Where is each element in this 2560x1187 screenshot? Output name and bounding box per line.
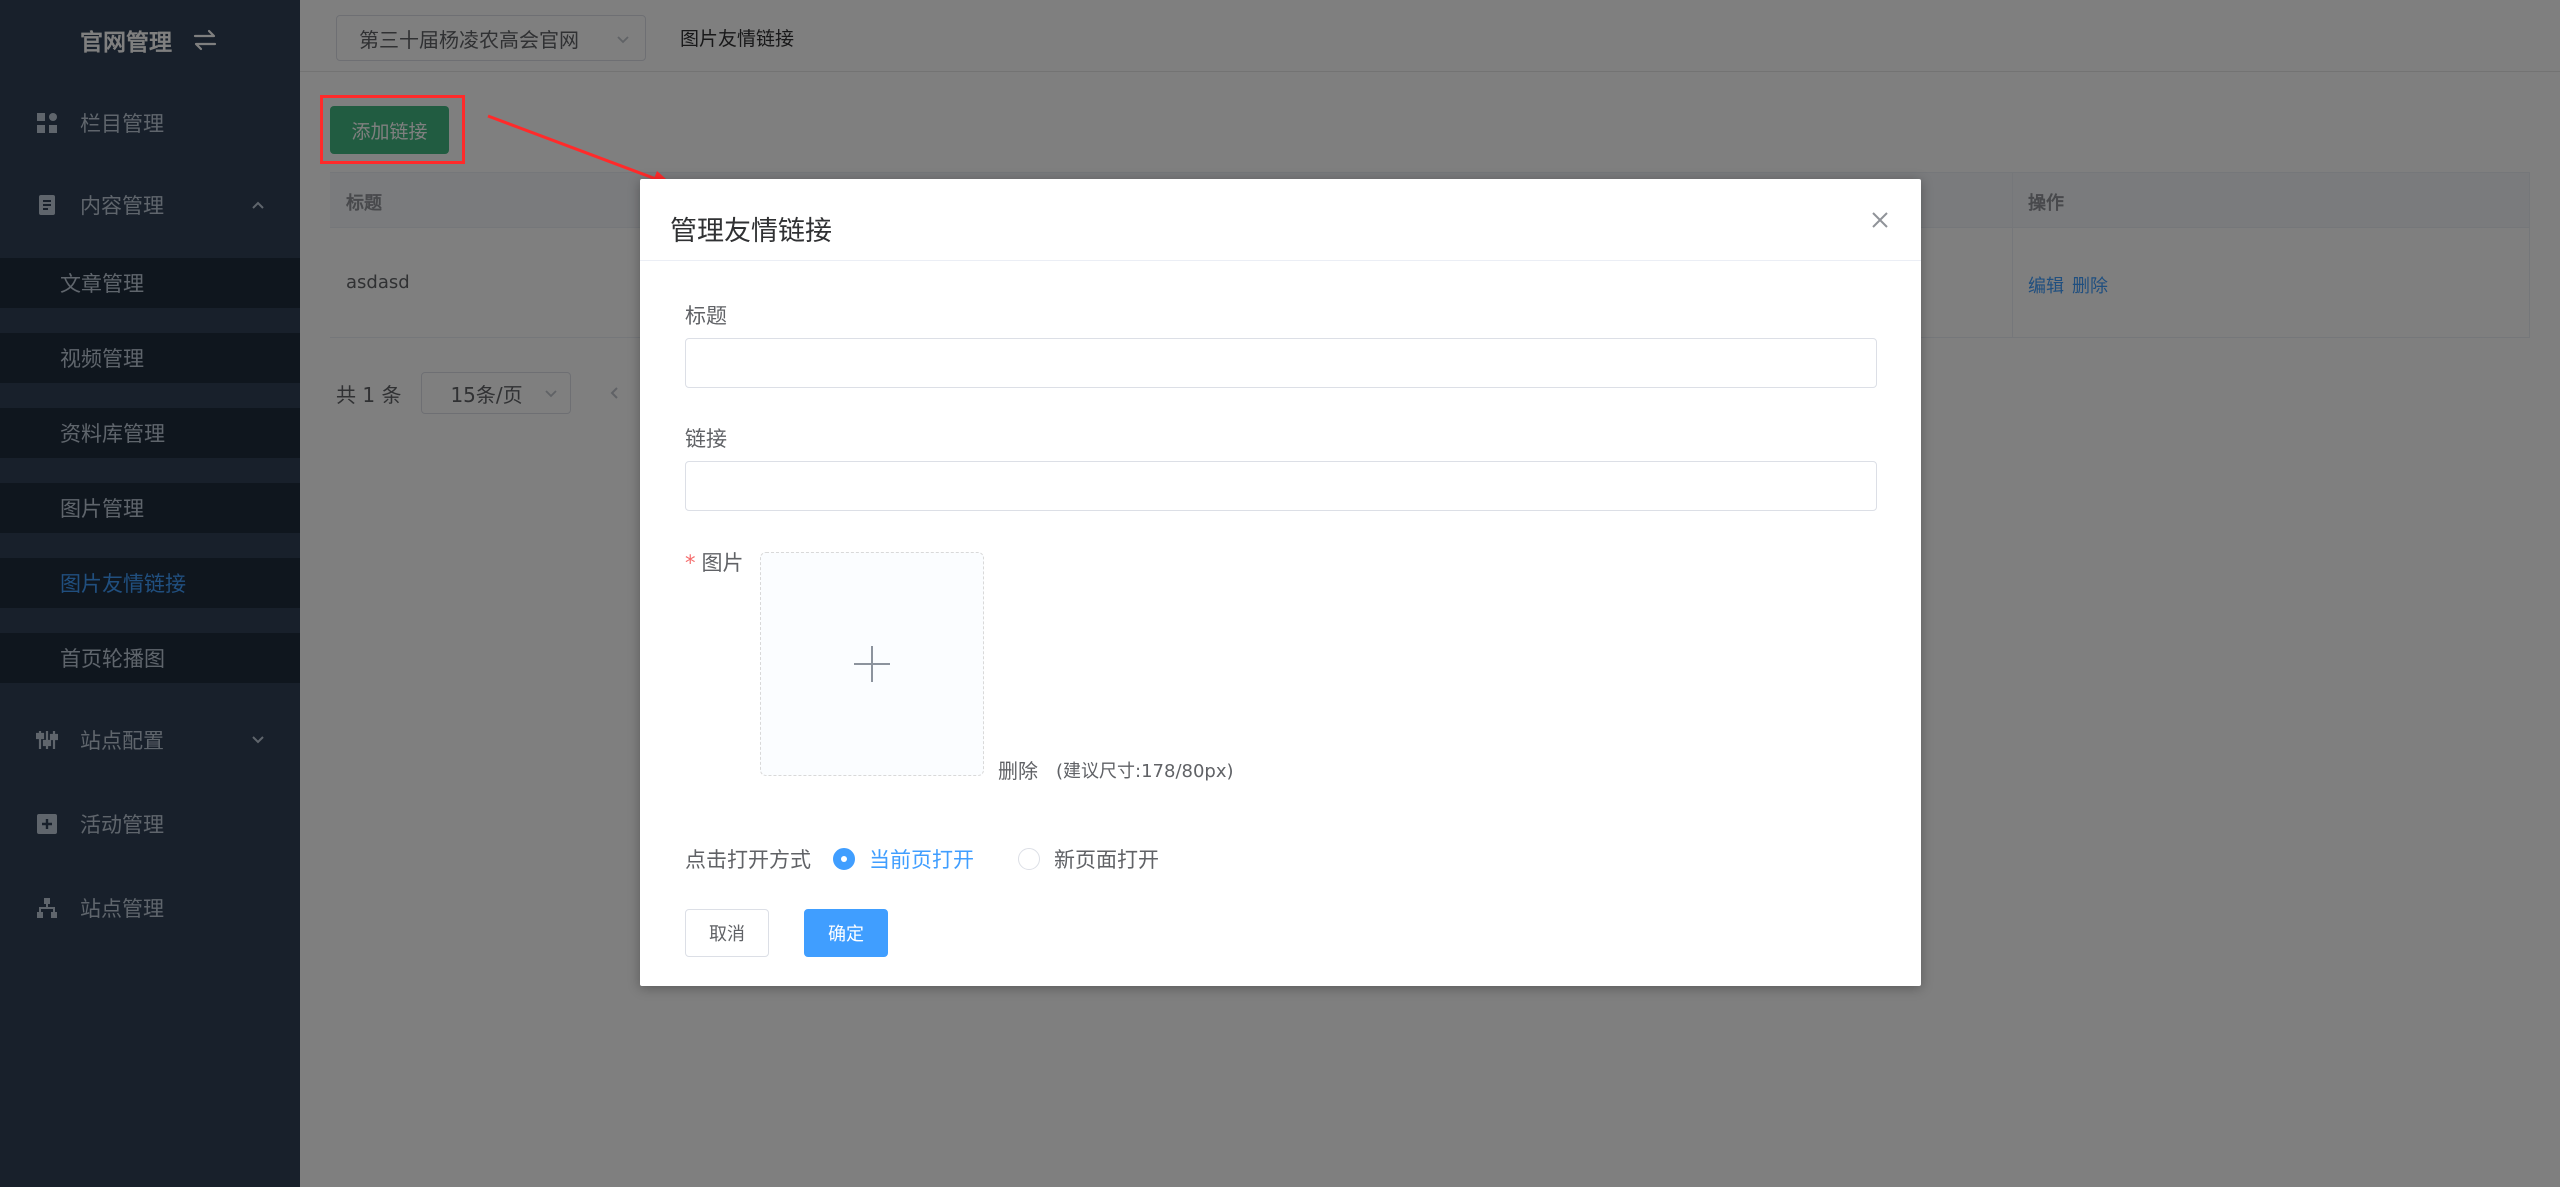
radio-current-page[interactable]: 当前页打开	[833, 844, 974, 874]
link-field-label: 链接	[685, 427, 727, 451]
cancel-button[interactable]: 取消	[685, 909, 769, 957]
close-icon[interactable]	[1869, 209, 1891, 231]
dialog-divider	[640, 260, 1921, 261]
open-mode-group: 点击打开方式 当前页打开 新页面打开	[685, 844, 1159, 874]
radio-checked-icon	[833, 848, 855, 870]
image-uploader[interactable]	[760, 552, 984, 776]
title-input[interactable]	[685, 338, 1877, 388]
radio-label: 当前页打开	[869, 848, 974, 872]
image-field-label: * 图片	[685, 547, 744, 577]
title-field-label: 标题	[685, 304, 727, 328]
confirm-button[interactable]: 确定	[804, 909, 888, 957]
link-input[interactable]	[685, 461, 1877, 511]
open-mode-label: 点击打开方式	[685, 848, 811, 872]
size-hint: (建议尺寸:178/80px)	[1056, 761, 1234, 782]
annotation-highlight-box	[320, 95, 465, 164]
required-mark: *	[685, 551, 696, 575]
radio-new-page[interactable]: 新页面打开	[1018, 844, 1159, 874]
radio-label: 新页面打开	[1054, 848, 1159, 872]
radio-unchecked-icon	[1018, 848, 1040, 870]
delete-image-link[interactable]: 删除	[998, 755, 1038, 784]
image-label-text: 图片	[701, 551, 744, 575]
plus-icon	[852, 644, 892, 684]
dialog-title: 管理友情链接	[670, 216, 832, 247]
manage-links-dialog: 管理友情链接 标题 链接 * 图片 删除 (建议尺寸:178/80px) 点击打开…	[640, 179, 1921, 986]
